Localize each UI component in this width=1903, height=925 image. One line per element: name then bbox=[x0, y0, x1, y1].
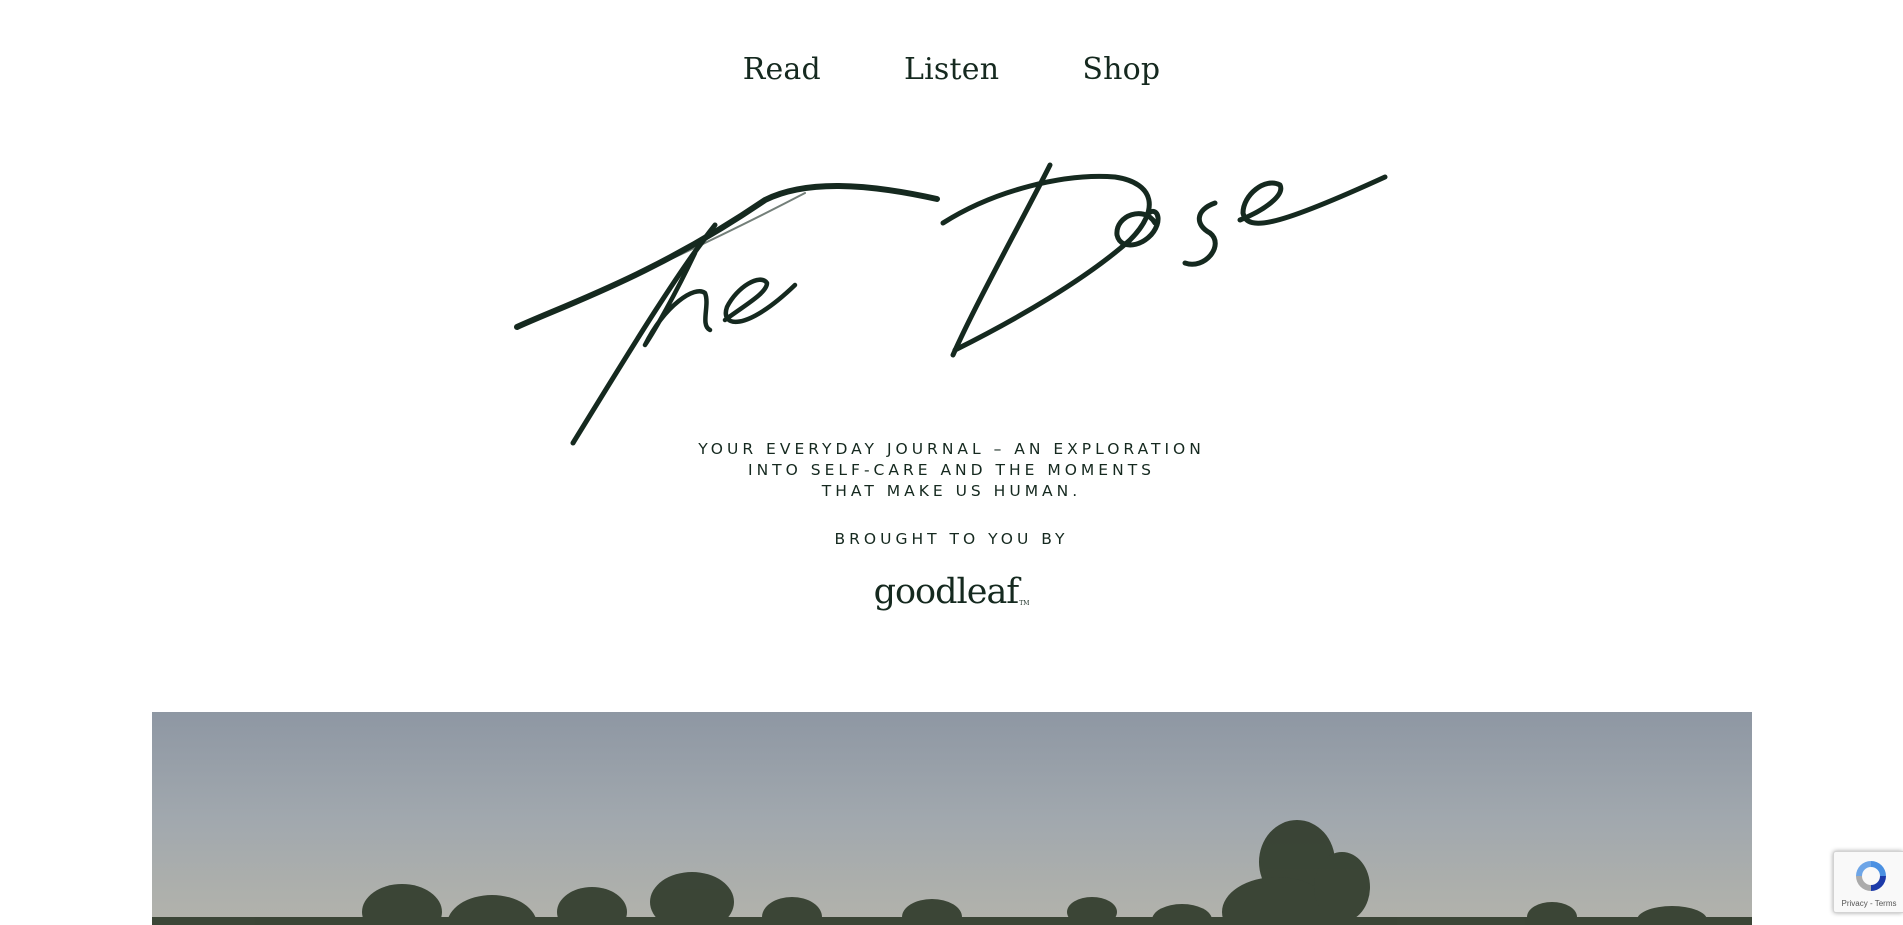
recaptcha-links[interactable]: Privacy - Terms bbox=[1834, 899, 1903, 908]
hero-image bbox=[152, 712, 1752, 925]
goodleaf-logo[interactable]: goodleafTM bbox=[0, 572, 1903, 612]
tagline-line-1: YOUR EVERYDAY JOURNAL – AN EXPLORATION bbox=[698, 440, 1205, 458]
brand-name: goodleaf bbox=[873, 572, 1020, 612]
tagline-line-3: THAT MAKE US HUMAN. bbox=[821, 482, 1082, 500]
tagline: YOUR EVERYDAY JOURNAL – AN EXPLORATION I… bbox=[0, 439, 1903, 502]
nav-shop-link[interactable]: Shop bbox=[1082, 48, 1160, 92]
main-nav: Read Listen Shop bbox=[0, 48, 1903, 92]
nav-listen-link[interactable]: Listen bbox=[904, 48, 999, 92]
trademark-mark: TM bbox=[1019, 600, 1030, 607]
brought-to-you-by: BROUGHT TO YOU BY bbox=[834, 530, 1069, 548]
script-wordmark-icon bbox=[514, 162, 1388, 446]
recaptcha-icon bbox=[1856, 861, 1886, 891]
the-dose-logo[interactable] bbox=[505, 155, 1395, 455]
nav-read-link[interactable]: Read bbox=[743, 48, 821, 92]
tagline-line-2: INTO SELF-CARE AND THE MOMENTS bbox=[748, 461, 1155, 479]
recaptcha-badge[interactable]: Privacy - Terms bbox=[1833, 851, 1903, 913]
landscape-photo-icon bbox=[152, 712, 1752, 925]
